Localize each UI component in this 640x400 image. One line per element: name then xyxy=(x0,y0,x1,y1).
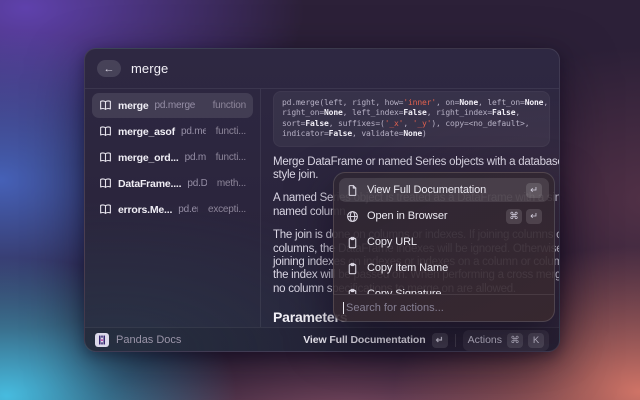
action-label: Copy Item Name xyxy=(367,262,534,274)
document-icon xyxy=(346,184,359,197)
list-item-subtitle: pd.merge xyxy=(155,100,196,111)
actions-button[interactable]: Actions ⌘ K xyxy=(463,330,549,351)
list-item-type: excepti... xyxy=(204,204,246,215)
primary-action-label: View Full Documentation xyxy=(303,334,425,346)
results-list: merge pd.merge function merge_asof pd.me… xyxy=(85,89,261,327)
action-label: Open in Browser xyxy=(367,210,498,222)
book-icon xyxy=(99,125,112,138)
shortcut-keycap: ↵ xyxy=(526,183,542,198)
list-item[interactable]: merge_asof pd.merge... functi... xyxy=(92,119,253,144)
list-item-subtitle: pd.merge... xyxy=(185,152,206,163)
book-icon xyxy=(99,151,112,164)
list-item[interactable]: DataFrame.... pd.DataF... meth... xyxy=(92,171,253,196)
action-menu-item[interactable]: View Full Documentation ↵ xyxy=(339,178,549,202)
list-item[interactable]: errors.Me... pd.errors... excepti... xyxy=(92,197,253,222)
list-item-title: merge_ord... xyxy=(118,152,179,164)
search-header: ← merge xyxy=(85,49,559,89)
view-full-documentation-button[interactable]: View Full Documentation ↵ xyxy=(303,333,447,348)
search-query[interactable]: merge xyxy=(131,61,168,76)
return-keycap: ↵ xyxy=(432,333,448,348)
text-cursor xyxy=(343,302,344,314)
code-line: sort=False, suffixes=('_x', '_y'), copy=… xyxy=(282,119,541,129)
shortcut-keycap: ⌘ xyxy=(506,209,522,224)
k-keycap: K xyxy=(528,333,544,348)
list-item-title: DataFrame.... xyxy=(118,178,181,190)
list-item-type: functi... xyxy=(212,152,246,163)
clipboard-icon xyxy=(346,236,359,249)
shortcut-keycap: ↵ xyxy=(526,209,542,224)
desktop-background: ← merge merge pd.merge function merge_as… xyxy=(0,0,640,400)
action-menu-item[interactable]: Copy Signature xyxy=(339,282,549,294)
book-icon xyxy=(99,177,112,190)
code-line: pd.merge(left, right, how='inner', on=No… xyxy=(282,98,541,108)
actions-search-input[interactable] xyxy=(346,302,545,314)
list-item-subtitle: pd.errors... xyxy=(178,204,198,215)
footer-divider xyxy=(455,334,456,347)
action-label: Copy URL xyxy=(367,236,534,248)
actions-popover: View Full Documentation ↵ Open in Browse… xyxy=(333,172,555,322)
action-shortcut: ↵ xyxy=(526,183,542,198)
list-item-subtitle: pd.merge... xyxy=(181,126,206,137)
actions-search[interactable] xyxy=(334,294,554,321)
book-icon xyxy=(99,99,112,112)
action-shortcut: ⌘↵ xyxy=(506,209,542,224)
list-item-subtitle: pd.DataF... xyxy=(187,178,206,189)
actions-menu: View Full Documentation ↵ Open in Browse… xyxy=(334,173,554,294)
list-item-type: function xyxy=(209,100,246,111)
pandas-logo-icon xyxy=(95,333,109,347)
actions-label: Actions xyxy=(468,334,502,346)
signature-code-block: pd.merge(left, right, how='inner', on=No… xyxy=(273,91,550,147)
code-line: right_on=None, left_index=False, right_i… xyxy=(282,108,541,118)
list-item-type: functi... xyxy=(212,126,246,137)
action-menu-item[interactable]: Open in Browser ⌘↵ xyxy=(339,204,549,228)
code-line: indicator=False, validate=None) xyxy=(282,129,541,139)
globe-icon xyxy=(346,210,359,223)
list-item-type: meth... xyxy=(213,178,246,189)
list-item-title: merge_asof xyxy=(118,126,175,138)
command-keycap: ⌘ xyxy=(507,333,523,348)
list-item[interactable]: merge_ord... pd.merge... functi... xyxy=(92,145,253,170)
footer-actions: View Full Documentation ↵ Actions ⌘ K xyxy=(303,330,549,351)
action-label: View Full Documentation xyxy=(367,184,518,196)
status-bar: Pandas Docs View Full Documentation ↵ Ac… xyxy=(85,327,559,352)
action-menu-item[interactable]: Copy URL xyxy=(339,230,549,254)
book-icon xyxy=(99,203,112,216)
list-item-title: errors.Me... xyxy=(118,204,172,216)
list-item-title: merge xyxy=(118,100,149,112)
back-button[interactable]: ← xyxy=(97,60,121,77)
action-menu-item[interactable]: Copy Item Name xyxy=(339,256,549,280)
clipboard-icon xyxy=(346,262,359,275)
back-arrow-icon: ← xyxy=(104,63,115,75)
list-item[interactable]: merge pd.merge function xyxy=(92,93,253,118)
app-name: Pandas Docs xyxy=(116,334,181,346)
